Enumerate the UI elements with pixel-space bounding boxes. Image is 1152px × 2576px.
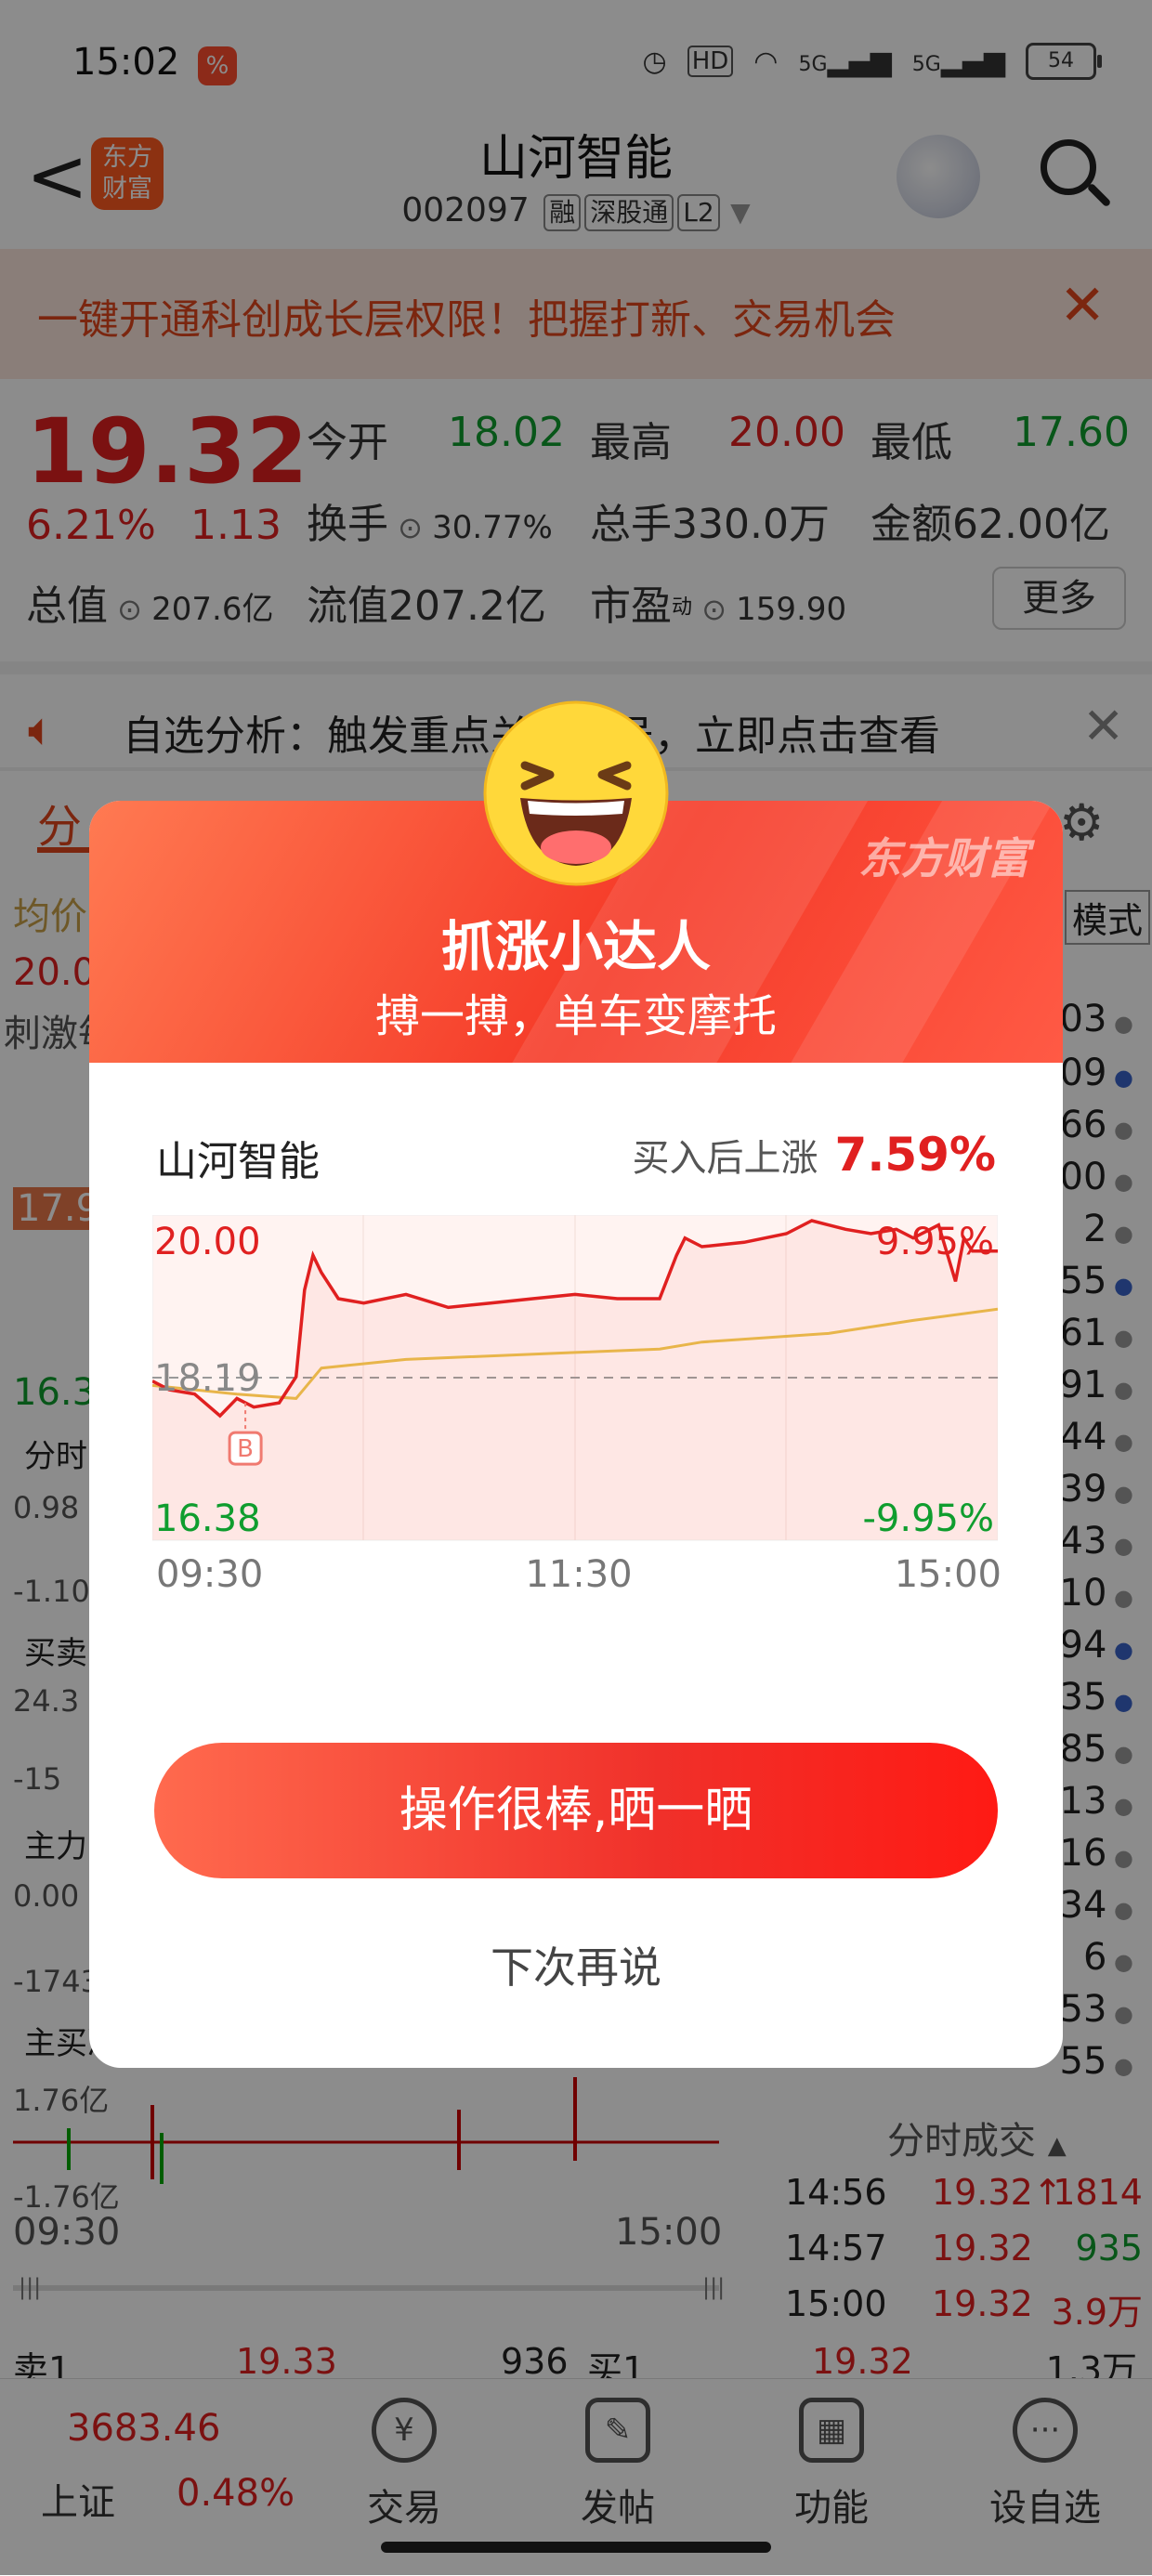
x-tick-label: 15:00 xyxy=(894,1553,1001,1596)
buy-marker-label: B xyxy=(237,1435,254,1463)
y-max-label: 20.00 xyxy=(154,1221,261,1263)
y-min-label: 16.38 xyxy=(154,1497,261,1540)
share-button[interactable]: 操作很棒,晒一晒 xyxy=(154,1743,998,1878)
pct-min-label: -9.95% xyxy=(862,1497,994,1540)
modal-subtitle: 搏一搏，单车变摩托 xyxy=(374,990,777,1042)
laughing-emoji-icon xyxy=(483,700,669,886)
pct-max-label: 9.95% xyxy=(876,1221,994,1263)
gain-value: 7.59% xyxy=(834,1128,996,1182)
gain-label: 买入后上涨 xyxy=(632,1137,818,1180)
intraday-chart: 20.00 9.95% 18.19 16.38 -9.95% B xyxy=(152,1215,998,1541)
brand-watermark: 东方财富 xyxy=(858,833,1029,883)
x-tick-label: 11:30 xyxy=(525,1553,633,1596)
gain-row: 买入后上涨 7.59% xyxy=(633,1128,996,1182)
achievement-modal: 东方财富 抓涨小达人 搏一搏，单车变摩托 山河智能 买入后上涨 7.59% 20.… xyxy=(89,801,1063,2068)
y-mid-label: 18.19 xyxy=(154,1357,261,1400)
stock-name: 山河智能 xyxy=(156,1138,320,1185)
modal-title: 抓涨小达人 xyxy=(440,915,711,978)
later-button[interactable]: 下次再说 xyxy=(89,1934,1063,1995)
